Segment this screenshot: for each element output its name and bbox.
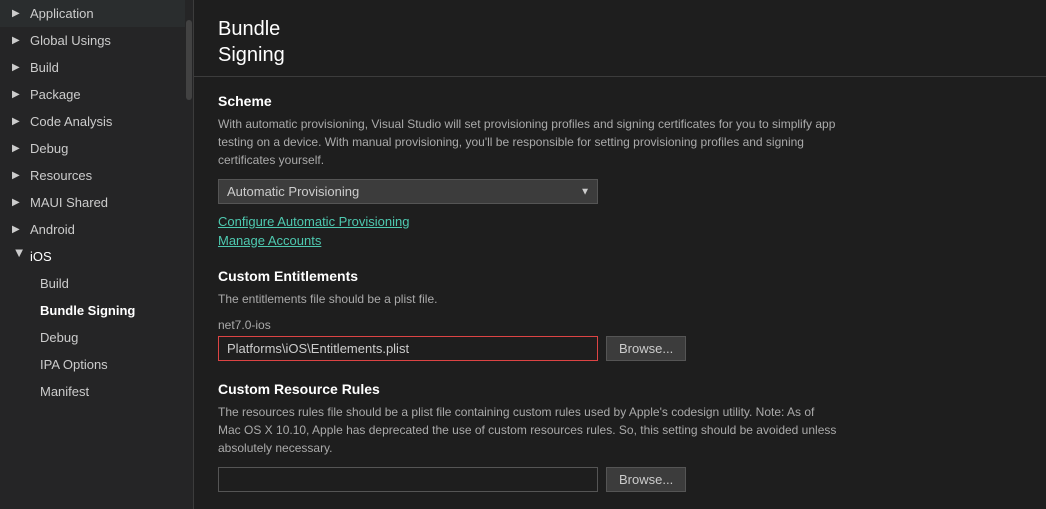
sidebar-item-android[interactable]: ▶ Android [0,216,193,243]
sidebar-item-label: MAUI Shared [30,195,108,210]
entitlements-sub-label: net7.0-ios [218,318,1022,332]
sidebar-item-code-analysis[interactable]: ▶ Code Analysis [0,108,193,135]
sidebar-sub-label: IPA Options [40,357,108,372]
resource-rules-input-row: Browse... [218,467,1022,492]
sidebar-item-build[interactable]: ▶ Build [0,54,193,81]
sidebar-item-ios[interactable]: ▶ iOS [0,243,193,270]
sidebar-item-application[interactable]: ▶ Application [0,0,193,27]
sidebar-item-ios-manifest[interactable]: Manifest [24,378,193,405]
page-title: Bundle Signing [218,16,1022,68]
scrollbar-track[interactable] [185,0,193,509]
resource-rules-title: Custom Resource Rules [218,381,1022,397]
page-header: Bundle Signing [194,0,1046,77]
sidebar-item-label: Build [30,60,59,75]
chevron-icon: ▶ [14,250,25,264]
sidebar-item-maui-shared[interactable]: ▶ MAUI Shared [0,189,193,216]
sidebar-ios-sub: Build Bundle Signing Debug IPA Options M… [0,270,193,405]
content-area: Scheme With automatic provisioning, Visu… [194,77,1046,509]
chevron-icon: ▶ [12,116,26,127]
sidebar-item-label: Code Analysis [30,114,112,129]
sidebar-item-global-usings[interactable]: ▶ Global Usings [0,27,193,54]
chevron-icon: ▶ [12,62,26,73]
resource-rules-description: The resources rules file should be a pli… [218,403,838,457]
chevron-icon: ▶ [12,35,26,46]
sidebar-item-debug[interactable]: ▶ Debug [0,135,193,162]
chevron-icon: ▶ [12,8,26,19]
sidebar-sub-label: Bundle Signing [40,303,135,318]
sidebar-item-package[interactable]: ▶ Package [0,81,193,108]
sidebar-item-label: Android [30,222,75,237]
resource-rules-input[interactable] [218,467,598,492]
sidebar-item-label: Application [30,6,94,21]
sidebar-sub-label: Debug [40,330,78,345]
chevron-icon: ▶ [12,170,26,181]
sidebar-sub-label: Build [40,276,69,291]
main-content: Bundle Signing Scheme With automatic pro… [194,0,1046,509]
chevron-icon: ▶ [12,224,26,235]
scheme-section: Scheme With automatic provisioning, Visu… [218,93,1022,248]
scrollbar-thumb[interactable] [186,20,192,100]
custom-entitlements-section: Custom Entitlements The entitlements fil… [218,268,1022,361]
resource-rules-browse-button[interactable]: Browse... [606,467,686,492]
sidebar-item-resources[interactable]: ▶ Resources [0,162,193,189]
custom-resource-rules-section: Custom Resource Rules The resources rule… [218,381,1022,492]
scheme-description: With automatic provisioning, Visual Stud… [218,115,838,169]
entitlements-browse-button[interactable]: Browse... [606,336,686,361]
entitlements-description: The entitlements file should be a plist … [218,290,838,308]
sidebar: ▶ Application ▶ Global Usings ▶ Build ▶ … [0,0,194,509]
entitlements-title: Custom Entitlements [218,268,1022,284]
chevron-icon: ▶ [12,89,26,100]
sidebar-item-label: iOS [30,249,52,264]
sidebar-item-label: Global Usings [30,33,111,48]
manage-accounts-link[interactable]: Manage Accounts [218,233,1022,248]
sidebar-item-ios-build[interactable]: Build [24,270,193,297]
entitlements-input[interactable] [218,336,598,361]
entitlements-input-row: Browse... [218,336,1022,361]
chevron-icon: ▶ [12,197,26,208]
configure-provisioning-link[interactable]: Configure Automatic Provisioning [218,214,1022,229]
scheme-title: Scheme [218,93,1022,109]
sidebar-item-label: Resources [30,168,92,183]
chevron-icon: ▶ [12,143,26,154]
sidebar-item-ios-debug[interactable]: Debug [24,324,193,351]
sidebar-item-label: Package [30,87,81,102]
scheme-dropdown-container: Automatic Provisioning Manual Provisioni… [218,179,598,204]
scheme-dropdown[interactable]: Automatic Provisioning Manual Provisioni… [218,179,598,204]
sidebar-item-ios-bundle-signing[interactable]: Bundle Signing [24,297,193,324]
sidebar-sub-label: Manifest [40,384,89,399]
sidebar-item-ios-ipa-options[interactable]: IPA Options [24,351,193,378]
sidebar-item-label: Debug [30,141,68,156]
